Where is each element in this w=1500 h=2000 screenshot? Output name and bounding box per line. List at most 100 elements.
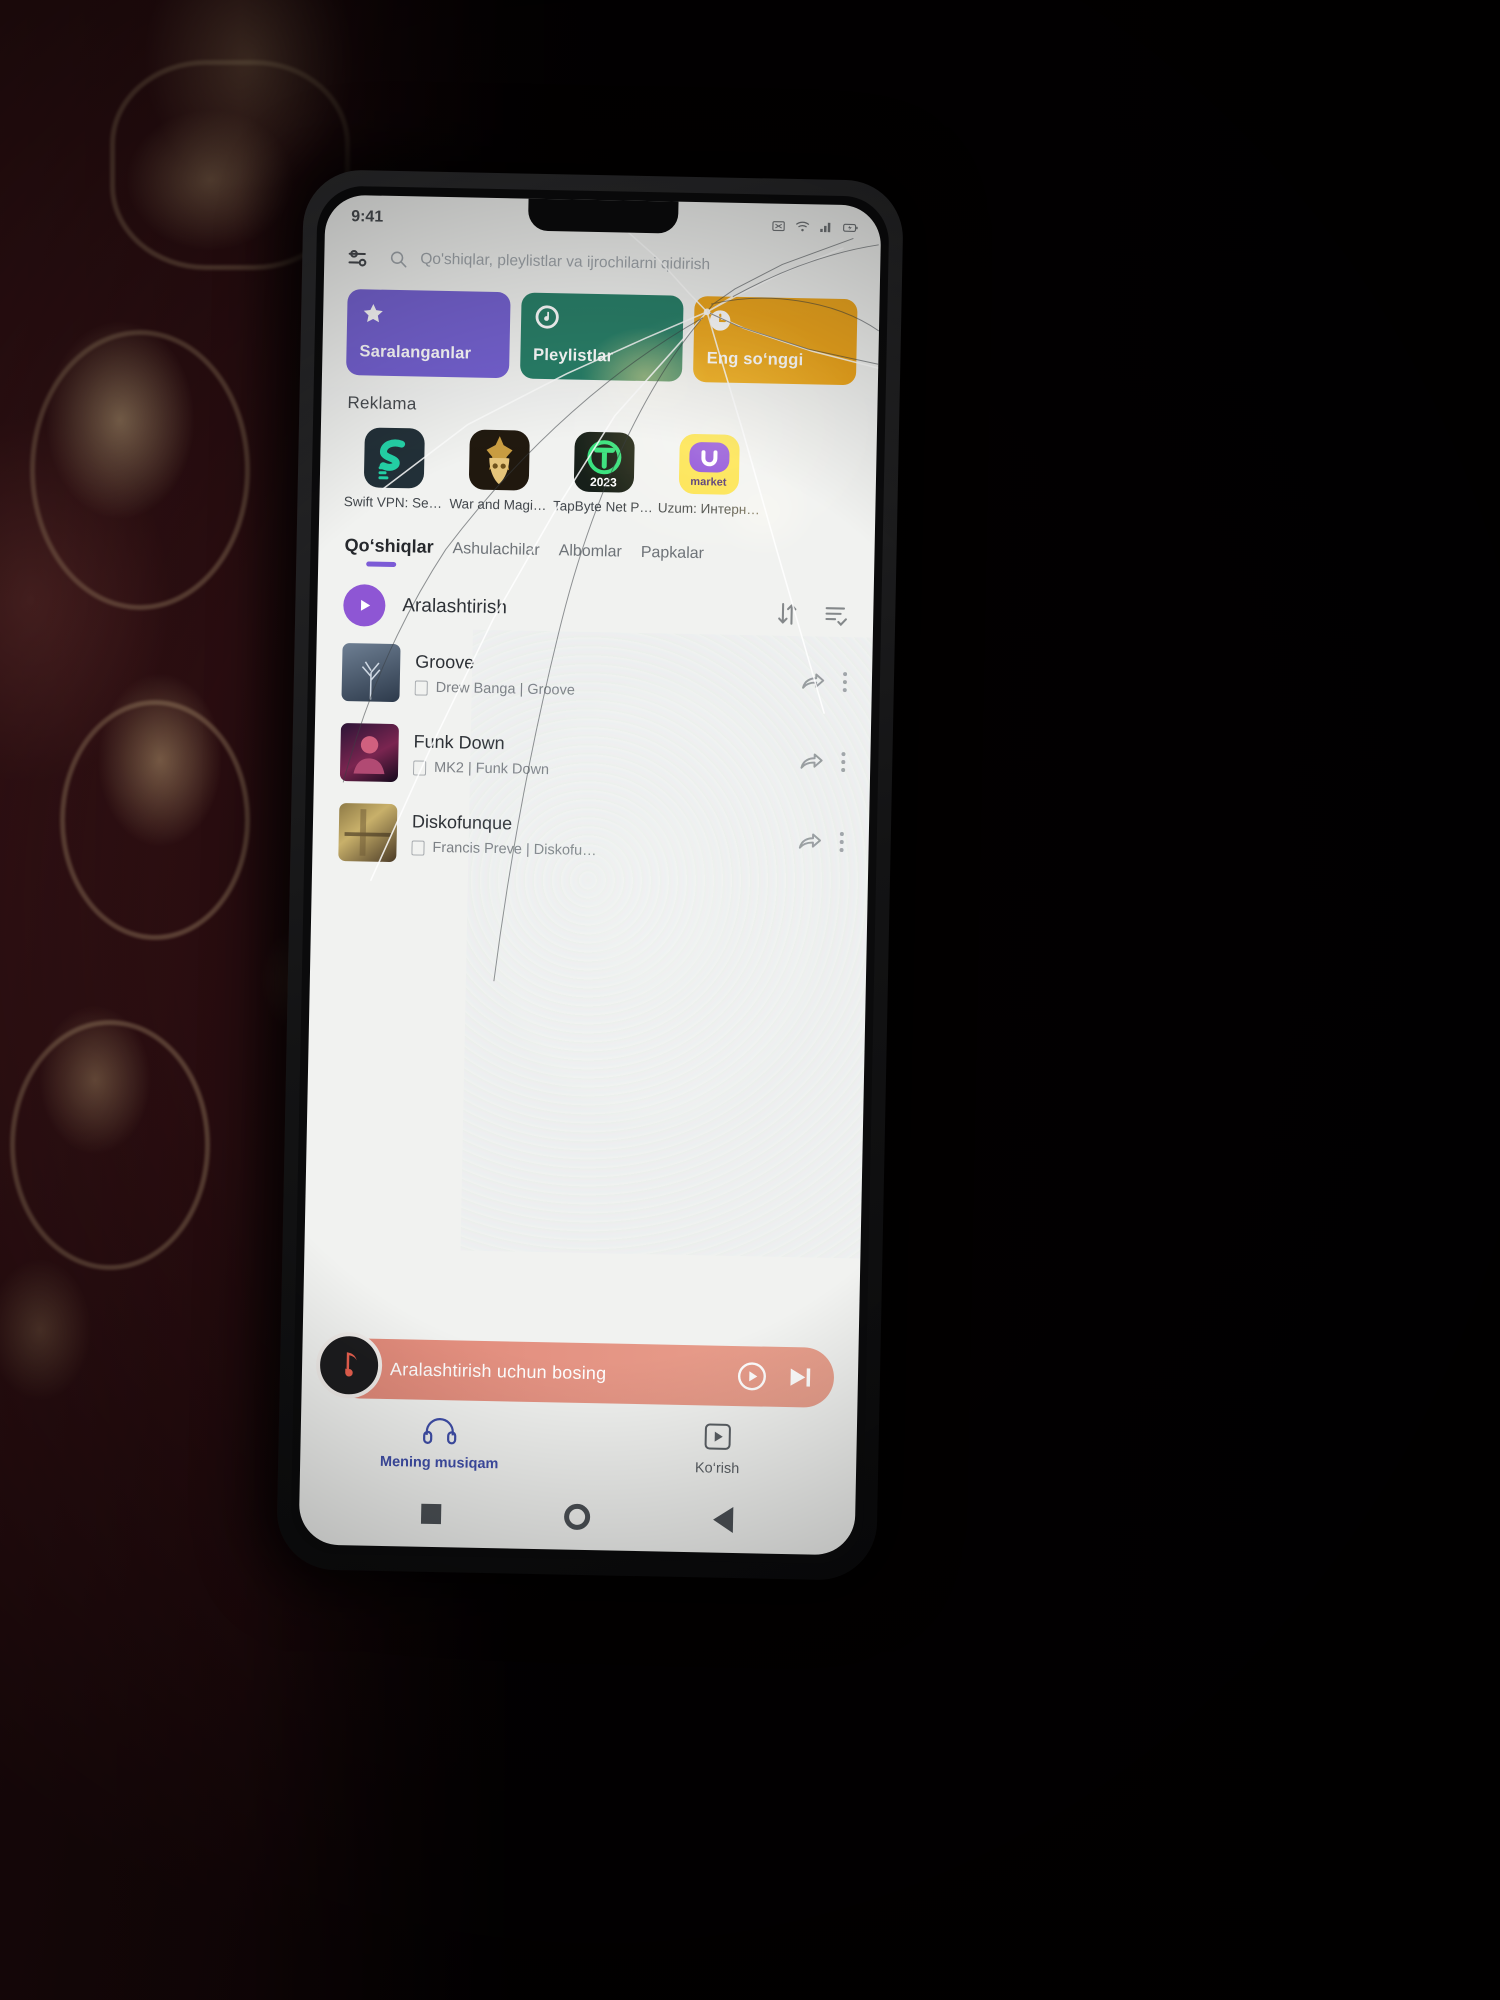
mini-player[interactable]: Aralashtirish uchun bosing [315, 1331, 835, 1408]
ad-item[interactable]: War and Magi… [449, 429, 547, 513]
status-time: 9:41 [350, 208, 384, 226]
battery-icon [843, 223, 858, 232]
quick-actions: Saralanganlar Pleylistlar Eng so‘nggi [322, 283, 880, 386]
star-icon [363, 304, 383, 323]
shuffle-play-button[interactable] [342, 584, 386, 627]
list-controls [774, 601, 850, 629]
video-play-icon [702, 1421, 733, 1452]
ad-badge: market [690, 475, 727, 489]
nav-label: Ko‘rish [694, 1460, 740, 1478]
photo-scene: 9:41 Qo'shiqlar, pleylistlar va ijrochil… [0, 0, 1500, 2000]
tab-songs[interactable]: Qo‘shiqlar [344, 535, 453, 564]
tapbyte-app-icon[interactable]: 2023 [573, 431, 635, 493]
tab-folders[interactable]: Papkalar [640, 544, 723, 570]
clock-icon [710, 310, 731, 331]
tune-icon[interactable] [346, 245, 373, 272]
song-info: Funk Down MK2 | Funk Down [412, 731, 784, 782]
quick-card-label: Saralanganlar [359, 342, 472, 363]
quick-card-label: Pleylistlar [532, 345, 614, 366]
song-info: Diskofunque Francis Preve | Diskofu… [411, 811, 782, 862]
share-icon[interactable] [796, 828, 823, 855]
share-icon[interactable] [800, 668, 827, 695]
ads-title: Reklama [347, 393, 417, 414]
phone-bezel: 9:41 Qo'shiqlar, pleylistlar va ijrochil… [290, 185, 890, 1565]
file-icon [411, 839, 425, 856]
uzum-market-app-icon[interactable]: market [678, 433, 740, 495]
signal-icon [820, 222, 831, 232]
phone-device: 9:41 Qo'shiqlar, pleylistlar va ijrochil… [276, 169, 904, 1581]
circle-icon[interactable] [563, 1503, 591, 1531]
nav-label: Mening musiqam [379, 1453, 499, 1473]
tab-label: Ashulachilar [452, 540, 540, 559]
song-title: Diskofunque [411, 811, 513, 834]
tab-artists[interactable]: Ashulachilar [452, 540, 559, 566]
quick-card-label: Eng so‘nggi [706, 349, 804, 370]
song-title: Groove [415, 651, 475, 673]
system-navigation-bar [299, 1478, 856, 1555]
play-icon [360, 599, 371, 611]
quick-card-recent[interactable]: Eng so‘nggi [693, 295, 858, 386]
song-actions [800, 668, 849, 695]
nav-browse[interactable]: Ko‘rish [578, 1419, 857, 1480]
triangle-back-icon[interactable] [713, 1506, 734, 1534]
no-sim-icon [772, 220, 785, 231]
file-icon [414, 679, 428, 696]
playlist-check-icon[interactable] [823, 602, 850, 629]
tab-label: Albomlar [558, 542, 622, 561]
ad-item[interactable]: Swift VPN: Se… [344, 427, 442, 511]
song-list: Groove Drew Banga | Groove Funk Down MK2… [312, 625, 873, 882]
tab-label: Papkalar [640, 543, 705, 563]
skip-next-icon[interactable] [784, 1361, 817, 1394]
phone-screen: 9:41 Qo'shiqlar, pleylistlar va ijrochil… [298, 194, 882, 1556]
song-subtitle-row: Francis Preve | Diskofu… [411, 839, 781, 862]
shuffle-label: Aralashtirish [402, 595, 508, 619]
tab-albums[interactable]: Albomlar [558, 542, 641, 568]
swift-vpn-app-icon[interactable] [363, 427, 425, 489]
screen-notch [527, 196, 679, 234]
song-actions [796, 828, 845, 855]
more-vertical-icon[interactable] [839, 832, 845, 853]
song-subtitle: MK2 | Funk Down [433, 759, 550, 779]
wifi-icon [795, 221, 810, 231]
share-icon[interactable] [798, 748, 825, 775]
mini-player-label: Aralashtirish uchun bosing [389, 1358, 607, 1383]
content-tabs: Qo‘shiqlar Ashulachilar Albomlar Papkala… [318, 508, 875, 572]
song-subtitle: Francis Preve | Diskofu… [432, 839, 597, 860]
mini-player-controls [736, 1360, 817, 1394]
more-vertical-icon[interactable] [840, 752, 846, 773]
search-placeholder: Qo'shiqlar, pleylistlar va ijrochilarni … [420, 250, 711, 274]
file-icon [412, 759, 427, 776]
tab-label: Qo‘shiqlar [344, 535, 434, 557]
ad-item[interactable]: market Uzum: Интерн… [658, 433, 758, 517]
ad-item[interactable]: 2023 TapByte Net P… [553, 431, 653, 515]
album-art [339, 722, 399, 783]
headphones-icon [423, 1416, 458, 1447]
ad-badge: 2023 [589, 474, 617, 490]
search-input[interactable]: Qo'shiqlar, pleylistlar va ijrochilarni … [388, 249, 856, 278]
play-circle-icon[interactable] [736, 1360, 769, 1393]
sort-arrows-icon[interactable] [774, 601, 801, 628]
ads-row: Swift VPN: Se… War and Magi… 2023 TapByt… [344, 427, 855, 519]
quick-card-playlists[interactable]: Pleylistlar [519, 292, 684, 382]
song-subtitle: Drew Banga | Groove [435, 679, 576, 699]
album-art [341, 642, 401, 703]
song-row[interactable]: Groove Drew Banga | Groove [341, 632, 849, 722]
search-icon [390, 251, 407, 268]
song-info: Groove Drew Banga | Groove [414, 651, 786, 702]
more-vertical-icon[interactable] [842, 672, 848, 693]
album-art [338, 802, 398, 863]
square-icon[interactable] [420, 1503, 441, 1525]
quick-card-favorites[interactable]: Saralanganlar [345, 289, 511, 379]
disc-icon [535, 305, 559, 329]
war-and-magic-app-icon[interactable] [468, 429, 530, 491]
status-icon-group [770, 218, 859, 235]
bottom-navigation: Mening musiqam Ko‘rish [300, 1397, 858, 1489]
shuffle-row: Aralashtirish [317, 561, 874, 636]
song-subtitle-row: MK2 | Funk Down [412, 759, 783, 782]
song-title: Funk Down [413, 731, 505, 754]
song-row[interactable]: Diskofunque Francis Preve | Diskofu… [338, 792, 846, 882]
song-row[interactable]: Funk Down MK2 | Funk Down [339, 712, 848, 802]
nav-my-music[interactable]: Mening musiqam [300, 1413, 579, 1474]
music-note-icon[interactable] [315, 1331, 383, 1399]
